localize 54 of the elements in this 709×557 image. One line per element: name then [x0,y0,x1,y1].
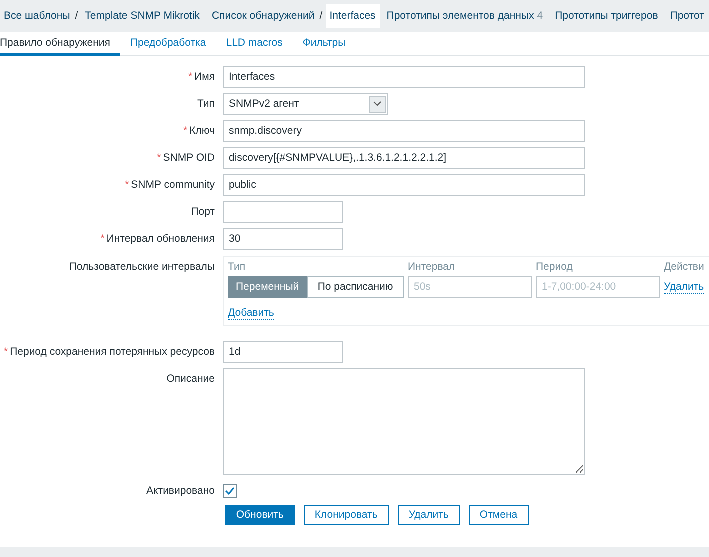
tab[interactable]: Правило обнаружения [0,32,120,56]
required-mark: * [157,152,162,164]
breadcrumb-separator: / [75,10,78,22]
text-field[interactable]: public [223,174,585,196]
field-label: SNMP community [131,179,215,191]
required-mark: * [4,346,8,358]
column-header: Действи [664,261,704,273]
breadcrumb-link[interactable]: Interfaces [326,4,380,28]
required-mark: * [188,71,193,83]
field-label: Пользовательские интервалы [69,261,215,273]
form-button[interactable]: Клонировать [304,505,389,525]
text-field[interactable]: discovery[{#SNMPVALUE},.1.3.6.1.2.1.2.2.1.2] [223,147,585,169]
remove-link[interactable]: Удалить [664,280,704,294]
breadcrumb-link[interactable]: Прототипы триггеров [551,4,662,28]
caret-icon [369,96,386,112]
text-field[interactable]: 30 [223,228,343,250]
field-label: Период сохранения потерянных ресурсов [10,346,215,358]
field-label: SNMP OID [163,152,215,164]
breadcrumb-link[interactable]: Template SNMP Mikrotik [81,4,204,28]
description-field[interactable] [223,368,585,475]
field-label: Ключ [190,125,215,137]
checkbox[interactable] [223,484,237,498]
form-button[interactable]: Обновить [225,505,295,525]
text-field[interactable] [223,201,343,223]
breadcrumb-link[interactable]: Все шаблоны [0,4,74,28]
field-label: Описание [166,373,215,385]
column-header: Тип [228,261,247,273]
text-field[interactable]: 1d [223,341,343,363]
breadcrumb-separator: / [320,10,323,22]
column-header: Период [536,261,574,273]
breadcrumb-link[interactable]: Список обнаружений [208,4,319,28]
period-field[interactable]: 1-7,00:00-24:00 [536,276,660,298]
breadcrumb-link[interactable]: Протот [666,4,708,28]
form-button[interactable]: Удалить [398,505,460,525]
interval-field[interactable]: 50s [408,276,532,298]
tab[interactable]: Фильтры [292,32,356,56]
field-label: Тип [197,98,215,110]
required-mark: * [100,233,105,245]
add-link[interactable]: Добавить [228,307,274,320]
text-field[interactable]: Interfaces [223,66,585,88]
form-button[interactable]: Отмена [468,505,529,525]
required-mark: * [184,125,188,137]
field-label: Интервал обновления [106,233,215,245]
field-label: Порт [191,206,215,218]
field-label: Активировано [146,485,215,497]
field-label: Имя [194,71,215,83]
column-header: Интервал [408,261,456,273]
type-select[interactable]: SNMPv2 агент [223,93,388,115]
required-mark: * [125,179,130,191]
tab[interactable]: LLD macros [216,32,293,56]
type-toggle[interactable]: По расписанию [307,276,404,298]
breadcrumb-link[interactable]: Прототипы элементов данных 4 [382,4,548,28]
tab[interactable]: Предобработка [120,32,216,56]
text-field[interactable]: snmp.discovery [223,120,585,142]
